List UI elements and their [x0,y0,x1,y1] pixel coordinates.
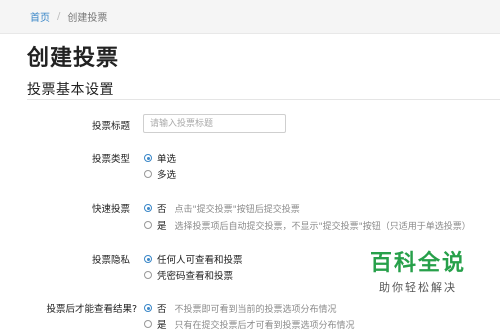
watermark-subtitle: 助你轻松解决 [379,281,457,294]
breadcrumb: 首页 / 创建投票 [0,0,500,34]
result-visibility-label: 投票后才能查看结果? [46,304,137,315]
radio-unchecked-icon [144,170,152,178]
watermark-logo: 百科全说 助你轻松解决 [363,251,473,295]
vote-title-label: 投票标题 [91,121,130,132]
option-label: 否 [157,304,167,315]
vote-type-single-option[interactable]: 单选 [144,151,176,165]
option-hint: 不投票即可看到当前的投票选项分布情况 [174,304,337,315]
vote-type-multiple-option[interactable]: 多选 [144,167,176,181]
radio-unchecked-icon [144,271,152,279]
option-hint: 点击"提交投票"按钮后提交投票 [174,204,300,215]
privacy-label: 投票隐私 [91,255,130,266]
result-visibility-yes-option[interactable]: 是 只有在提交投票后才可看到投票选项分布情况 [144,317,355,331]
watermark-title: 百科全说 [369,251,466,276]
option-label: 多选 [157,170,177,181]
vote-title-input[interactable] [143,114,286,133]
option-label: 单选 [157,154,177,165]
option-label: 是 [157,320,167,331]
privacy-password-option[interactable]: 凭密码查看和投票 [144,268,233,282]
option-label: 是 [157,221,167,232]
option-hint: 选择投票项后自动提交投票，不显示"提交投票"按钮（只适用于单选投票） [174,221,471,232]
breadcrumb-current: 创建投票 [67,13,108,24]
option-hint: 只有在提交投票后才可看到投票选项分布情况 [174,320,355,331]
radio-unchecked-icon [144,221,152,229]
radio-checked-icon [144,204,152,212]
option-label: 凭密码查看和投票 [157,271,234,282]
section-title: 投票基本设置 [27,82,114,98]
page-title: 创建投票 [27,46,120,71]
breadcrumb-separator: / [57,11,61,22]
result-visibility-no-option[interactable]: 否 不投票即可看到当前的投票选项分布情况 [144,301,337,315]
breadcrumb-home-link[interactable]: 首页 [30,9,50,24]
option-label: 任何人可查看和投票 [157,255,243,266]
quick-vote-no-option[interactable]: 否 点击"提交投票"按钮后提交投票 [144,201,300,215]
radio-checked-icon [144,304,152,312]
quick-vote-label: 快速投票 [91,204,130,215]
option-label: 否 [157,204,167,215]
radio-checked-icon [144,255,152,263]
privacy-public-option[interactable]: 任何人可查看和投票 [144,252,243,266]
quick-vote-yes-option[interactable]: 是 选择投票项后自动提交投票，不显示"提交投票"按钮（只适用于单选投票） [144,218,471,232]
radio-unchecked-icon [144,320,152,328]
radio-checked-icon [144,154,152,162]
vote-type-label: 投票类型 [91,154,130,165]
section-divider [27,99,500,100]
